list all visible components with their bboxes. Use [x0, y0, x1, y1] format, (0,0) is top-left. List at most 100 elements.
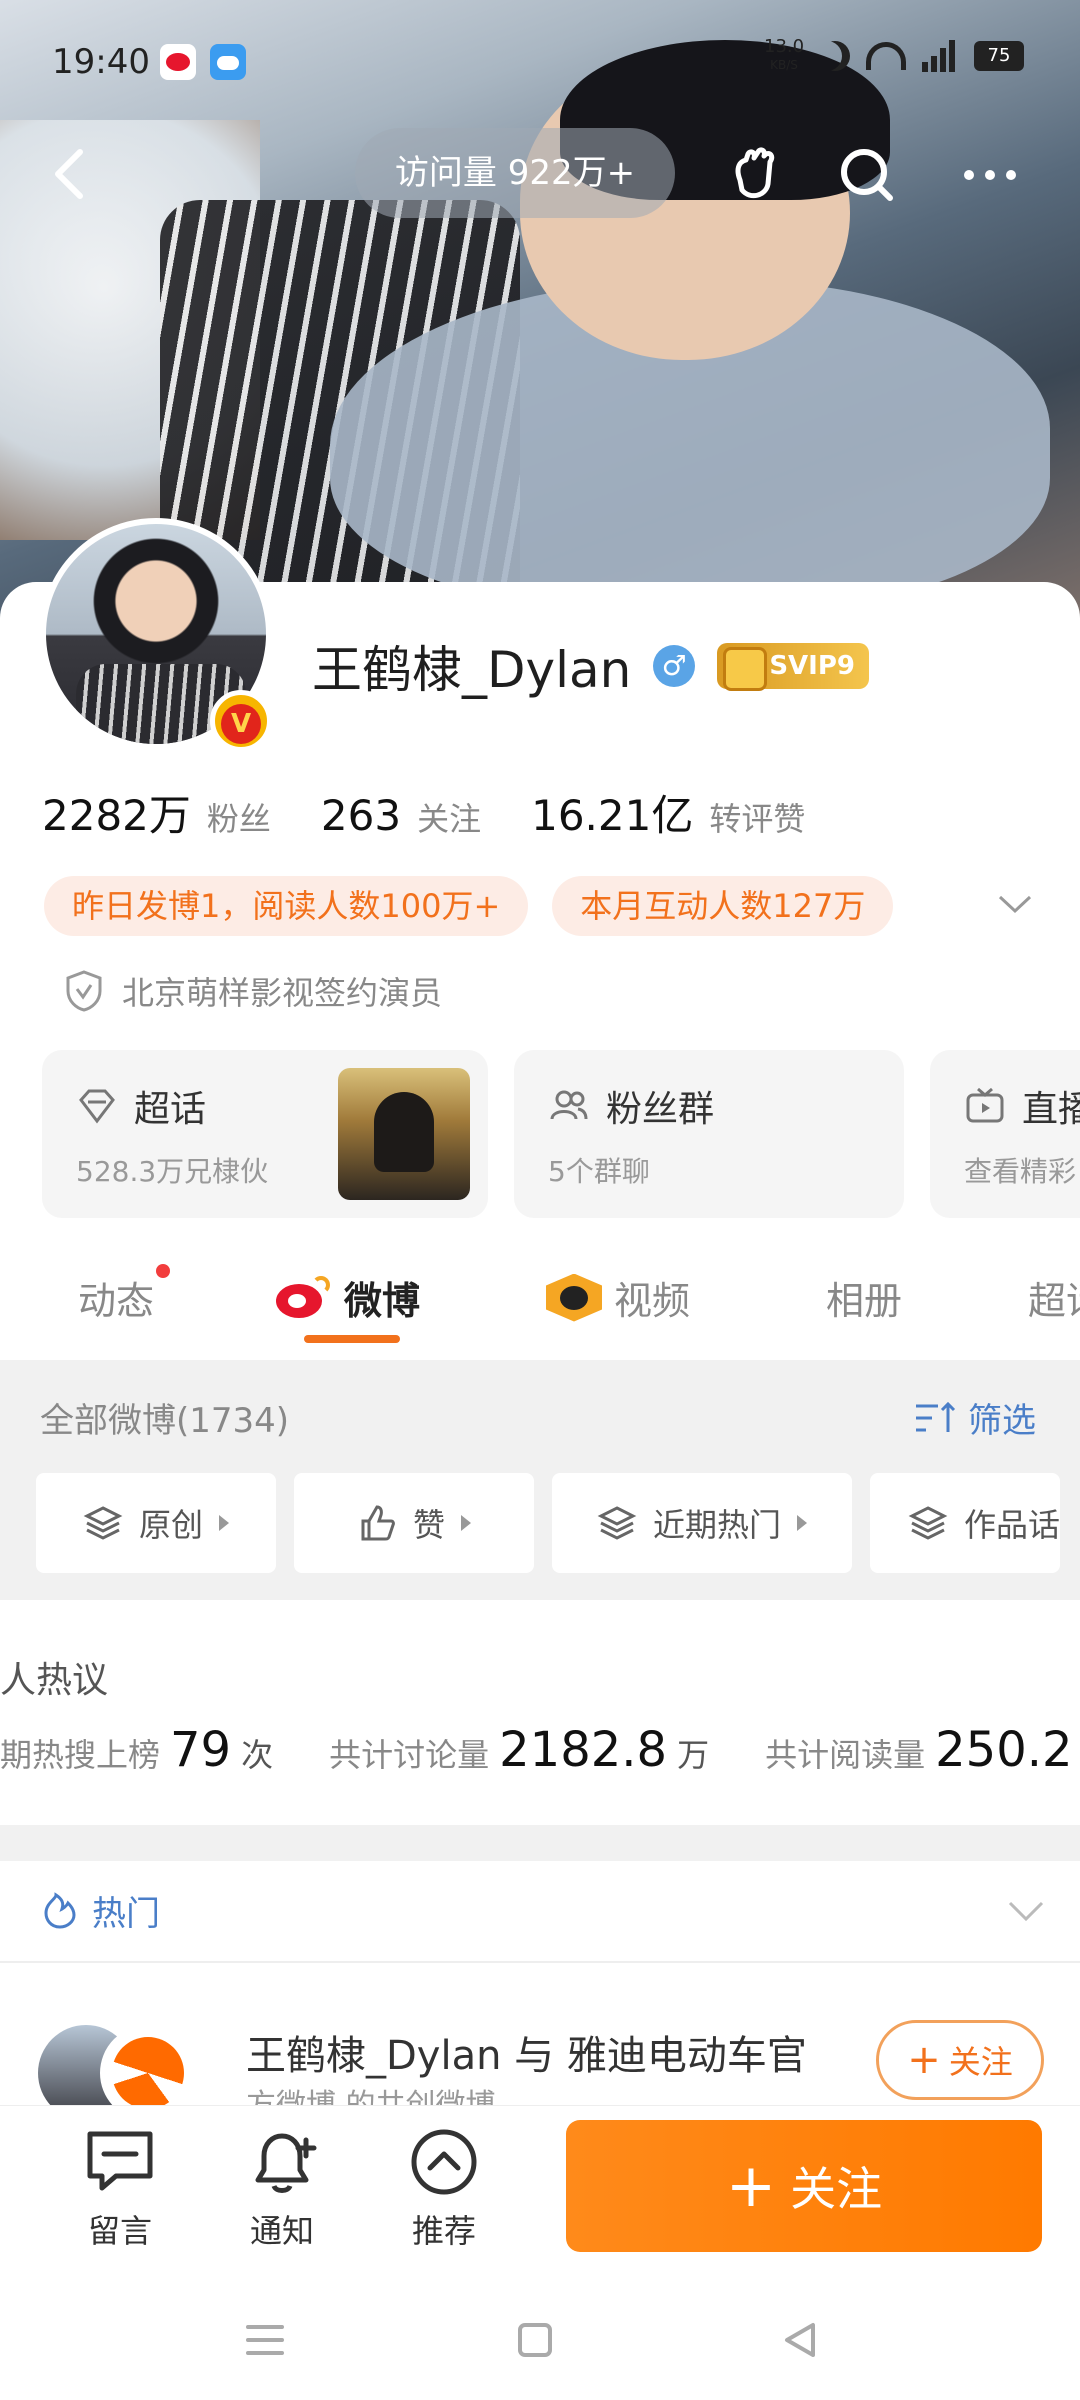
hot-topic-section[interactable] [0, 1600, 1080, 1825]
caret-right-icon [219, 1515, 229, 1531]
pill-label: 赞 [412, 1506, 445, 1544]
chip-monthly-interaction[interactable]: 本月互动人数127万 [552, 876, 894, 936]
feature-title-row: 直播 [964, 1080, 1080, 1132]
filter-button[interactable]: 筛选 [912, 1393, 1036, 1442]
tv-icon [966, 1087, 1004, 1123]
hot-stat-value: 250.2 [935, 1722, 1073, 1778]
username: 王鹤棣_Dylan [312, 641, 632, 699]
feature-subtitle: 5个群聊 [548, 1155, 650, 1188]
home-nav-button[interactable] [510, 2315, 560, 2365]
back-arrow-icon [55, 149, 83, 199]
hot-sort-label-group: 热门 [40, 1886, 160, 1935]
hand-wave-icon [735, 147, 775, 199]
stat-label: 关注 [417, 800, 482, 838]
back-button[interactable] [40, 142, 104, 206]
message-button[interactable]: 留言 [60, 2124, 180, 2252]
weibo-logo-icon [272, 1274, 332, 1322]
hot-stat-unit: 万 [677, 1736, 710, 1774]
pill-liked[interactable]: 赞 [294, 1473, 534, 1573]
tab-label: 微博 [344, 1279, 421, 1323]
hot-stat-label: 共计讨论量 [329, 1736, 490, 1774]
caret-right-icon [797, 1515, 807, 1531]
search-button[interactable] [832, 140, 902, 210]
hot-stat-label: 共计阅读量 [765, 1736, 926, 1774]
hot-stat-label: 期热搜上榜 [0, 1736, 161, 1774]
male-gender-icon [653, 645, 696, 687]
pill-original[interactable]: 原创 [36, 1473, 276, 1573]
follow-label: 关注 [790, 2162, 883, 2216]
tab-supertopic[interactable]: 超话 [1028, 1270, 1080, 1325]
stat-label: 转评赞 [709, 800, 806, 838]
activity-chips: 昨日发博1，阅读人数100万+ 本月互动人数127万 [44, 876, 894, 936]
post-subtitle: 方微博 的共创微博 [246, 2080, 496, 2105]
tab-label: 相册 [826, 1279, 903, 1323]
stat-value: 2282万 [42, 791, 191, 840]
expand-chevron-button[interactable] [990, 885, 1040, 925]
net-speed-unit: KB/S [770, 58, 798, 72]
menu-nav-button[interactable] [240, 2315, 290, 2365]
feature-cards: 超话 528.3万兄棣伙 粉丝群 5个群聊 直播 查看精彩 [42, 1050, 1080, 1218]
thumbs-up-icon [361, 1505, 395, 1541]
hot-stat-trending: 期热搜上榜 79 次 [0, 1722, 273, 1778]
hot-sort-label: 热门 [92, 1894, 160, 1934]
chip-yesterday-posts[interactable]: 昨日发博1，阅读人数100万+ [44, 876, 529, 936]
tab-label: 动态 [78, 1279, 155, 1323]
system-navigation-bar [0, 2285, 1080, 2400]
active-tab-indicator [304, 1335, 400, 1343]
feature-title-row: 粉丝群 [548, 1080, 870, 1132]
tab-dynamics[interactable]: 动态 [78, 1264, 171, 1325]
back-nav-button[interactable] [775, 2315, 825, 2365]
wifi-icon [866, 42, 906, 70]
stat-fans[interactable]: 2282万 粉丝 [42, 782, 271, 843]
weibo-notification-icon [160, 44, 196, 80]
notify-button[interactable]: 通知 [222, 2124, 342, 2252]
message-label: 留言 [87, 2212, 152, 2250]
hot-stat-discussions: 共计讨论量 2182.8 万 [329, 1722, 709, 1778]
stat-label: 粉丝 [206, 800, 271, 838]
hot-fire-icon [44, 1891, 76, 1929]
search-icon [841, 149, 893, 201]
status-right-group: 13.0 KB/S 75 [764, 38, 1024, 74]
tab-weibo[interactable]: 微博 [272, 1270, 420, 1325]
video-logo-icon [546, 1273, 602, 1322]
feature-live[interactable]: 直播 查看精彩 [930, 1050, 1080, 1218]
verified-v-badge: V [210, 690, 272, 752]
menu-icon [246, 2325, 284, 2355]
plus-icon: + [725, 2151, 777, 2221]
recommend-button[interactable]: 推荐 [384, 2124, 504, 2252]
tab-video[interactable]: 视频 [546, 1270, 690, 1325]
tab-album[interactable]: 相册 [826, 1270, 902, 1325]
plus-icon: + [907, 2037, 941, 2083]
chevron-down-icon [998, 895, 1032, 914]
feature-title: 超话 [134, 1089, 207, 1130]
stat-following[interactable]: 263 关注 [321, 791, 481, 840]
more-button[interactable] [955, 140, 1025, 210]
feature-supertopic[interactable]: 超话 528.3万兄棣伙 [42, 1050, 488, 1218]
poke-button[interactable] [718, 140, 788, 210]
message-icon [87, 2131, 153, 2191]
pill-recent-hot[interactable]: 近期热门 [552, 1473, 852, 1573]
feature-fan-group[interactable]: 粉丝群 5个群聊 [514, 1050, 904, 1218]
people-icon [550, 1090, 588, 1120]
post-follow-button[interactable]: + 关注 [876, 2020, 1044, 2100]
signal-icon [922, 40, 958, 72]
recommend-label: 推荐 [411, 2212, 476, 2250]
svip-badge[interactable]: SVIP9 [717, 643, 869, 691]
hot-topic-title: 人热议 [0, 1660, 109, 1701]
battery-icon: 75 [974, 41, 1024, 71]
hot-sort-bar[interactable]: 热门 [0, 1861, 1080, 1963]
hot-stat-unit: 次 [241, 1736, 274, 1774]
stat-engagement[interactable]: 16.21亿 转评赞 [531, 782, 805, 843]
follow-button[interactable]: + 关注 [566, 2120, 1042, 2252]
layers-icon [83, 1506, 123, 1540]
status-time: 19:40 [52, 42, 150, 82]
tab-label: 超话 [1028, 1279, 1080, 1323]
hot-stat-value: 79 [170, 1722, 232, 1778]
weather-notification-icon [210, 44, 246, 80]
status-bar: 19:40 13.0 KB/S 75 [0, 0, 1080, 120]
pill-works[interactable]: 作品话 [870, 1473, 1060, 1573]
stat-value: 263 [320, 791, 402, 840]
verification-text: 北京萌样影视签约演员 [122, 974, 443, 1012]
post-coauthor-avatar[interactable] [100, 2025, 196, 2105]
bell-plus-icon [255, 2133, 317, 2193]
